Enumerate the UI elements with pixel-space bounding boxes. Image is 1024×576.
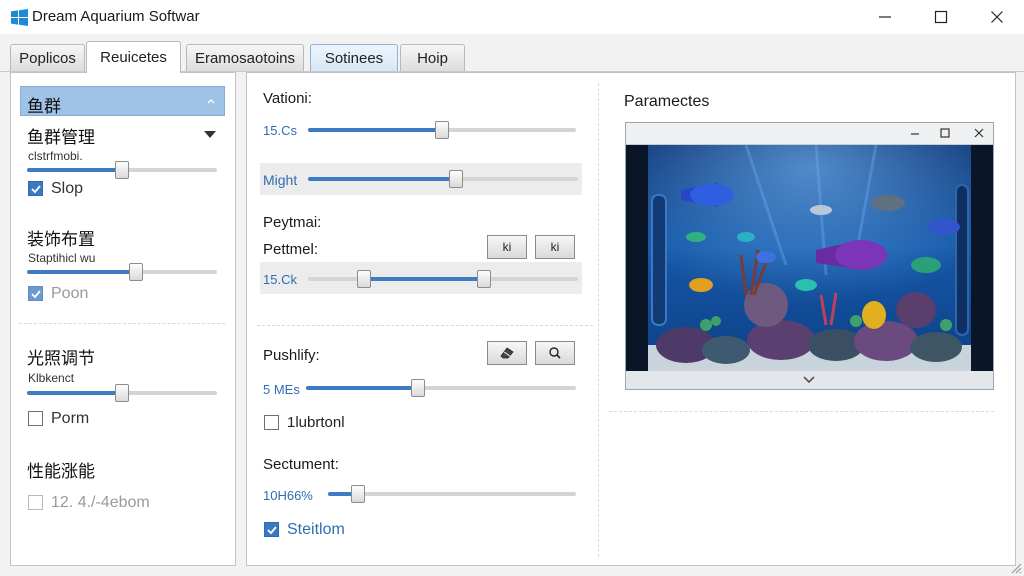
maximize-icon[interactable] <box>938 126 952 140</box>
pettmel-label: Pettmel: <box>263 241 319 258</box>
preview-footer <box>626 371 993 389</box>
section-sub-lighting: Klbkenct <box>28 371 75 385</box>
preview-window <box>625 122 994 390</box>
sidebar-panel: 鱼群 鱼群管理 clstrfmobi. Slop 装饰布置 Staptihicl… <box>10 72 236 566</box>
sectument-value: 10H66% <box>263 488 313 503</box>
checkbox-poon-label: Poon <box>51 285 89 302</box>
checkbox-porm-label: Porm <box>51 410 90 427</box>
lighting-slider[interactable] <box>27 384 217 402</box>
divider <box>19 323 225 324</box>
checkbox-porm[interactable] <box>28 411 43 426</box>
maximize-icon <box>934 10 948 24</box>
sectument-slider[interactable] <box>328 485 576 503</box>
divider <box>257 325 593 326</box>
chevron-up-icon <box>207 99 215 104</box>
checkbox-slop-label: Slop <box>51 180 84 197</box>
chevron-down-icon[interactable] <box>802 375 816 385</box>
section-title-fish: 鱼群管理 <box>27 128 95 147</box>
pettmel-range-slider[interactable] <box>308 270 578 288</box>
eraser-button[interactable] <box>487 341 527 365</box>
slider-fill <box>308 128 442 132</box>
checkbox-performance-label: 12. 4./-4ebom <box>51 494 150 511</box>
slider-fill <box>306 386 418 390</box>
aquarium-scene <box>626 145 993 371</box>
close-icon <box>991 11 1003 23</box>
pushlify-label: Pushlify: <box>263 347 320 364</box>
eraser-icon <box>500 347 514 359</box>
checkmark-icon <box>31 185 41 194</box>
tab-eramosaotoins[interactable]: Eramosaotoins <box>186 44 304 72</box>
slider-thumb-high[interactable] <box>477 270 491 288</box>
might-slider[interactable] <box>308 170 578 188</box>
slider-thumb-low[interactable] <box>357 270 371 288</box>
resize-grip-icon[interactable] <box>1008 560 1022 574</box>
fish-slider[interactable] <box>27 161 217 179</box>
pushlify-slider[interactable] <box>306 379 576 397</box>
tab-poplicos[interactable]: Poplicos <box>10 44 85 72</box>
divider <box>598 83 599 557</box>
checkbox-steitlom[interactable] <box>264 522 279 537</box>
sidebar-header-label: 鱼群 <box>27 97 61 116</box>
slider-thumb[interactable] <box>129 263 143 281</box>
slider-fill <box>364 277 484 281</box>
slider-fill <box>27 168 122 172</box>
close-button[interactable] <box>969 0 1024 34</box>
peytmai-label: Peytmai: <box>263 214 322 231</box>
title-bar: Dream Aquarium Softwar <box>0 0 1024 34</box>
minimize-icon <box>879 16 891 18</box>
search-button[interactable] <box>535 341 575 365</box>
pettmel-button-2[interactable]: ki <box>535 235 575 259</box>
decor-slider[interactable] <box>27 263 217 281</box>
minimize-icon[interactable] <box>908 126 922 140</box>
tab-strip: Poplicos Reuicetes Eramosaotoins Sotinee… <box>0 34 1024 73</box>
pettmel-button-1[interactable]: ki <box>487 235 527 259</box>
slider-fill <box>308 177 456 181</box>
vationi-value: 15.Cs <box>263 123 297 138</box>
section-title-performance: 性能涨能 <box>27 462 95 481</box>
maximize-button[interactable] <box>913 0 969 34</box>
pushlify-value: 5 MEs <box>263 382 300 397</box>
minimize-button[interactable] <box>857 0 913 34</box>
chevron-down-icon[interactable] <box>204 131 216 138</box>
slider-fill <box>27 391 122 395</box>
might-label: Might <box>263 172 298 188</box>
slider-thumb[interactable] <box>351 485 365 503</box>
aquarium-preview-image <box>626 145 993 371</box>
checkbox-steitlom-label: Steitlom <box>287 521 345 538</box>
slider-thumb[interactable] <box>449 170 463 188</box>
slider-thumb[interactable] <box>411 379 425 397</box>
close-icon[interactable] <box>972 126 986 140</box>
checkbox-poon[interactable] <box>28 286 43 301</box>
checkbox-lubrtonl-label: 1lubrtonl <box>287 414 345 431</box>
vationi-label: Vationi: <box>263 90 312 107</box>
sidebar-header[interactable]: 鱼群 <box>20 86 225 116</box>
search-icon <box>549 347 561 359</box>
checkbox-performance[interactable] <box>28 495 43 510</box>
preview-title: Paramectes <box>624 93 710 110</box>
slider-thumb[interactable] <box>435 121 449 139</box>
sectument-label: Sectument: <box>263 456 339 473</box>
checkmark-icon <box>267 526 277 535</box>
slider-thumb[interactable] <box>115 384 129 402</box>
section-title-decor: 装饰布置 <box>27 230 95 249</box>
tab-hoip[interactable]: Hoip <box>400 44 465 72</box>
slider-fill <box>27 270 136 274</box>
slider-thumb[interactable] <box>115 161 129 179</box>
tab-reuicetes[interactable]: Reuicetes <box>86 41 181 73</box>
windows-logo-icon <box>11 9 28 26</box>
checkmark-icon <box>31 290 41 299</box>
checkbox-lubrtonl[interactable] <box>264 415 279 430</box>
window-title: Dream Aquarium Softwar <box>32 8 200 25</box>
vationi-slider[interactable] <box>308 121 576 139</box>
tab-sotinees[interactable]: Sotinees <box>310 44 398 72</box>
section-title-lighting: 光照调节 <box>27 349 95 368</box>
preview-titlebar <box>626 123 993 145</box>
checkbox-slop[interactable] <box>28 181 43 196</box>
pettmel-value: 15.Ck <box>263 272 297 287</box>
divider <box>609 411 994 412</box>
